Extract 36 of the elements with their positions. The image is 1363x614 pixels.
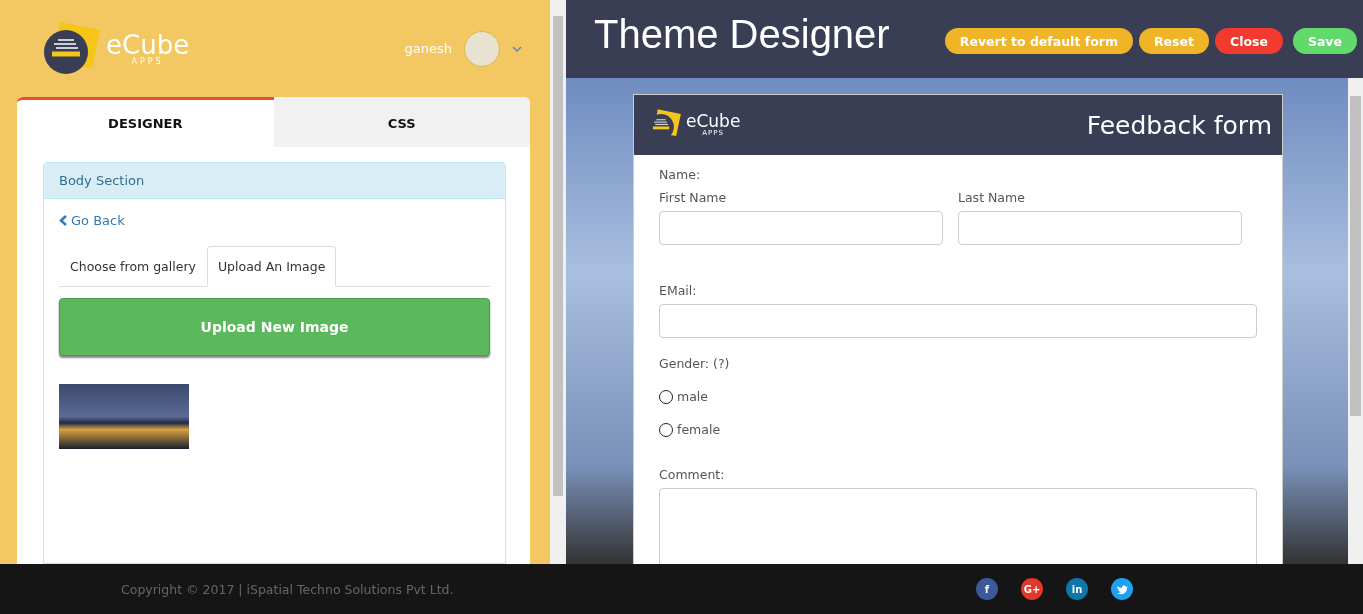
image-source-tab[interactable]: Upload An Image	[206, 246, 337, 287]
field-label: Name:	[659, 167, 702, 182]
user-name: ganesh	[404, 41, 452, 56]
upload-button[interactable]: Upload New Image	[59, 298, 490, 356]
social-link[interactable]: f	[976, 578, 998, 600]
avatar-picture[interactable]	[464, 30, 500, 67]
field-label: EMail:	[659, 283, 698, 298]
input-field[interactable]	[659, 211, 943, 245]
field-label: Gender: (?)	[659, 356, 731, 371]
social-link[interactable]: G+	[1021, 578, 1043, 600]
logo-subtitle: APPS	[131, 57, 164, 66]
radio-label: male	[677, 389, 708, 404]
copyright-text: Copyright © 2017 | iSpatial Techno Solutions Pvt Ltd.	[121, 581, 455, 597]
chevron-down-icon[interactable]	[512, 44, 522, 53]
designer-tab[interactable]: CSS	[273, 97, 530, 147]
comment-field[interactable]	[659, 488, 1257, 564]
chevron-left-icon	[59, 215, 68, 226]
bird-icon[interactable]	[1111, 578, 1133, 600]
go-back-link[interactable]: Go Back	[59, 213, 125, 228]
scrollbar-thumb[interactable]	[553, 16, 563, 496]
logo-name: eCube	[106, 31, 190, 58]
image-source-tab[interactable]: Choose from gallery	[59, 246, 207, 287]
action-button[interactable]: Close	[1214, 28, 1283, 54]
page-title: Theme Designer	[594, 12, 890, 57]
input-field[interactable]	[958, 211, 1242, 245]
logo-name: eCube	[686, 113, 741, 130]
form-title: Feedback form	[1086, 110, 1272, 140]
radio-label: female	[677, 422, 721, 437]
input-field[interactable]	[659, 304, 1257, 338]
field-label: First Name	[659, 190, 728, 205]
field-label: Comment:	[659, 467, 726, 482]
social-link[interactable]: in	[1066, 578, 1088, 600]
panel-title: Body Section	[44, 163, 505, 199]
field-label: Last Name	[958, 190, 1026, 205]
photo-placeholder[interactable]	[59, 384, 189, 449]
scrollbar-thumb[interactable]	[1350, 96, 1361, 416]
